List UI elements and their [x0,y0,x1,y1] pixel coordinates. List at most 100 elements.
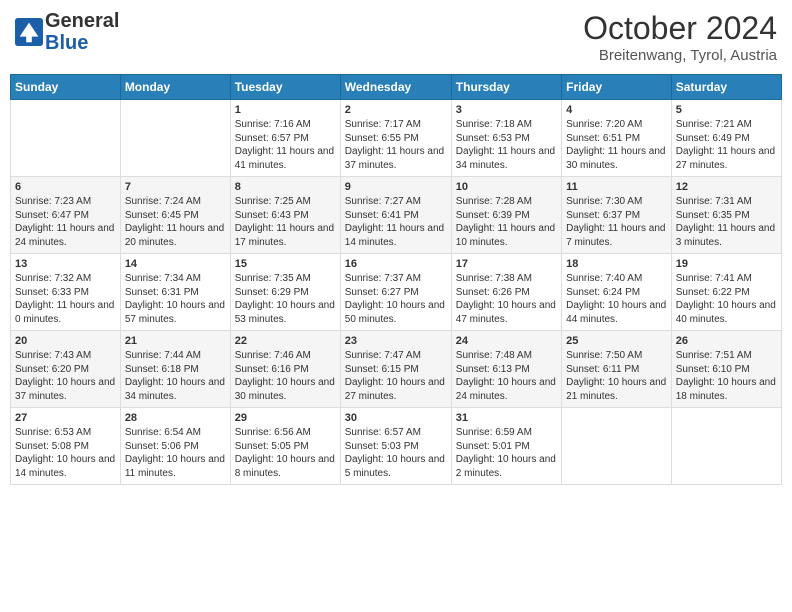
calendar-cell: 14 Sunrise: 7:34 AM Sunset: 6:31 PM Dayli… [120,254,230,331]
day-content: Sunrise: 7:44 AM Sunset: 6:18 PM Dayligh… [125,349,226,403]
day-content: Sunrise: 7:40 AM Sunset: 6:24 PM Dayligh… [566,272,667,326]
day-content: Sunrise: 7:20 AM Sunset: 6:51 PM Dayligh… [566,118,667,172]
day-number: 8 [235,181,336,193]
day-number: 23 [345,335,447,347]
calendar-cell: 11 Sunrise: 7:30 AM Sunset: 6:37 PM Dayli… [562,177,672,254]
calendar-cell: 29 Sunrise: 6:56 AM Sunset: 5:05 PM Dayli… [230,408,340,485]
calendar-cell [562,408,672,485]
day-content: Sunrise: 7:24 AM Sunset: 6:45 PM Dayligh… [125,195,226,249]
logo-line2: Blue [45,32,88,54]
logo: General Blue [15,10,119,54]
day-content: Sunrise: 6:57 AM Sunset: 5:03 PM Dayligh… [345,426,447,480]
day-number: 7 [125,181,226,193]
day-content: Sunrise: 7:32 AM Sunset: 6:33 PM Dayligh… [15,272,116,326]
day-number: 30 [345,412,447,424]
day-number: 13 [15,258,116,270]
day-content: Sunrise: 7:34 AM Sunset: 6:31 PM Dayligh… [125,272,226,326]
day-number: 31 [456,412,557,424]
calendar-week-3: 20 Sunrise: 7:43 AM Sunset: 6:20 PM Dayli… [11,331,782,408]
day-number: 4 [566,104,667,116]
calendar-cell: 16 Sunrise: 7:37 AM Sunset: 6:27 PM Dayli… [340,254,451,331]
calendar-cell: 21 Sunrise: 7:44 AM Sunset: 6:18 PM Dayli… [120,331,230,408]
calendar-cell [120,100,230,177]
location: Breitenwang, Tyrol, Austria [583,47,777,64]
day-number: 12 [676,181,777,193]
calendar-cell [671,408,781,485]
col-header-monday: Monday [120,75,230,100]
calendar-cell: 31 Sunrise: 6:59 AM Sunset: 5:01 PM Dayli… [451,408,561,485]
day-content: Sunrise: 7:43 AM Sunset: 6:20 PM Dayligh… [15,349,116,403]
calendar-cell: 1 Sunrise: 7:16 AM Sunset: 6:57 PM Daylig… [230,100,340,177]
day-content: Sunrise: 6:59 AM Sunset: 5:01 PM Dayligh… [456,426,557,480]
title-block: October 2024 Breitenwang, Tyrol, Austria [583,10,777,64]
calendar-cell: 13 Sunrise: 7:32 AM Sunset: 6:33 PM Dayli… [11,254,121,331]
day-content: Sunrise: 7:21 AM Sunset: 6:49 PM Dayligh… [676,118,777,172]
page-header: General Blue October 2024 Breitenwang, T… [10,10,782,64]
day-content: Sunrise: 7:31 AM Sunset: 6:35 PM Dayligh… [676,195,777,249]
calendar-cell: 4 Sunrise: 7:20 AM Sunset: 6:51 PM Daylig… [562,100,672,177]
day-content: Sunrise: 7:41 AM Sunset: 6:22 PM Dayligh… [676,272,777,326]
col-header-sunday: Sunday [11,75,121,100]
day-content: Sunrise: 7:16 AM Sunset: 6:57 PM Dayligh… [235,118,336,172]
calendar-cell: 5 Sunrise: 7:21 AM Sunset: 6:49 PM Daylig… [671,100,781,177]
day-content: Sunrise: 7:38 AM Sunset: 6:26 PM Dayligh… [456,272,557,326]
day-number: 18 [566,258,667,270]
day-content: Sunrise: 6:56 AM Sunset: 5:05 PM Dayligh… [235,426,336,480]
calendar-cell: 7 Sunrise: 7:24 AM Sunset: 6:45 PM Daylig… [120,177,230,254]
day-number: 9 [345,181,447,193]
day-content: Sunrise: 7:37 AM Sunset: 6:27 PM Dayligh… [345,272,447,326]
day-content: Sunrise: 7:28 AM Sunset: 6:39 PM Dayligh… [456,195,557,249]
day-number: 5 [676,104,777,116]
calendar-cell: 9 Sunrise: 7:27 AM Sunset: 6:41 PM Daylig… [340,177,451,254]
month-year: October 2024 [583,10,777,47]
calendar-cell: 17 Sunrise: 7:38 AM Sunset: 6:26 PM Dayli… [451,254,561,331]
col-header-thursday: Thursday [451,75,561,100]
calendar-header-row: SundayMondayTuesdayWednesdayThursdayFrid… [11,75,782,100]
day-number: 20 [15,335,116,347]
calendar-cell: 3Sunrise: 7:18 AM Sunset: 6:53 PM Daylig… [451,100,561,177]
calendar-cell: 20 Sunrise: 7:43 AM Sunset: 6:20 PM Dayli… [11,331,121,408]
calendar-cell: 18 Sunrise: 7:40 AM Sunset: 6:24 PM Dayli… [562,254,672,331]
day-number: 11 [566,181,667,193]
day-number: 21 [125,335,226,347]
calendar-cell: 25 Sunrise: 7:50 AM Sunset: 6:11 PM Dayli… [562,331,672,408]
day-number: 6 [15,181,116,193]
calendar-week-2: 13 Sunrise: 7:32 AM Sunset: 6:33 PM Dayli… [11,254,782,331]
calendar-cell: 10Sunrise: 7:28 AM Sunset: 6:39 PM Dayli… [451,177,561,254]
calendar-cell: 2 Sunrise: 7:17 AM Sunset: 6:55 PM Daylig… [340,100,451,177]
day-content: Sunrise: 7:50 AM Sunset: 6:11 PM Dayligh… [566,349,667,403]
calendar-cell: 8 Sunrise: 7:25 AM Sunset: 6:43 PM Daylig… [230,177,340,254]
day-number: 17 [456,258,557,270]
day-number: 29 [235,412,336,424]
day-content: Sunrise: 7:17 AM Sunset: 6:55 PM Dayligh… [345,118,447,172]
day-content: Sunrise: 7:25 AM Sunset: 6:43 PM Dayligh… [235,195,336,249]
day-number: 28 [125,412,226,424]
day-number: 16 [345,258,447,270]
day-number: 3 [456,104,557,116]
day-content: Sunrise: 7:46 AM Sunset: 6:16 PM Dayligh… [235,349,336,403]
day-number: 25 [566,335,667,347]
col-header-wednesday: Wednesday [340,75,451,100]
col-header-saturday: Saturday [671,75,781,100]
calendar-cell: 22 Sunrise: 7:46 AM Sunset: 6:16 PM Dayli… [230,331,340,408]
calendar-cell: 19 Sunrise: 7:41 AM Sunset: 6:22 PM Dayli… [671,254,781,331]
day-number: 19 [676,258,777,270]
logo-line1: General [45,10,119,32]
calendar-cell: 27 Sunrise: 6:53 AM Sunset: 5:08 PM Dayli… [11,408,121,485]
day-content: Sunrise: 7:48 AM Sunset: 6:13 PM Dayligh… [456,349,557,403]
day-content: Sunrise: 7:27 AM Sunset: 6:41 PM Dayligh… [345,195,447,249]
day-number: 27 [15,412,116,424]
day-number: 26 [676,335,777,347]
calendar-cell: 12 Sunrise: 7:31 AM Sunset: 6:35 PM Dayli… [671,177,781,254]
calendar-week-0: 1 Sunrise: 7:16 AM Sunset: 6:57 PM Daylig… [11,100,782,177]
day-content: Sunrise: 6:53 AM Sunset: 5:08 PM Dayligh… [15,426,116,480]
day-number: 1 [235,104,336,116]
day-number: 14 [125,258,226,270]
day-number: 2 [345,104,447,116]
calendar-week-4: 27 Sunrise: 6:53 AM Sunset: 5:08 PM Dayli… [11,408,782,485]
calendar-cell: 6Sunrise: 7:23 AM Sunset: 6:47 PM Daylig… [11,177,121,254]
day-content: Sunrise: 7:51 AM Sunset: 6:10 PM Dayligh… [676,349,777,403]
day-content: Sunrise: 6:54 AM Sunset: 5:06 PM Dayligh… [125,426,226,480]
day-number: 22 [235,335,336,347]
day-content: Sunrise: 7:30 AM Sunset: 6:37 PM Dayligh… [566,195,667,249]
